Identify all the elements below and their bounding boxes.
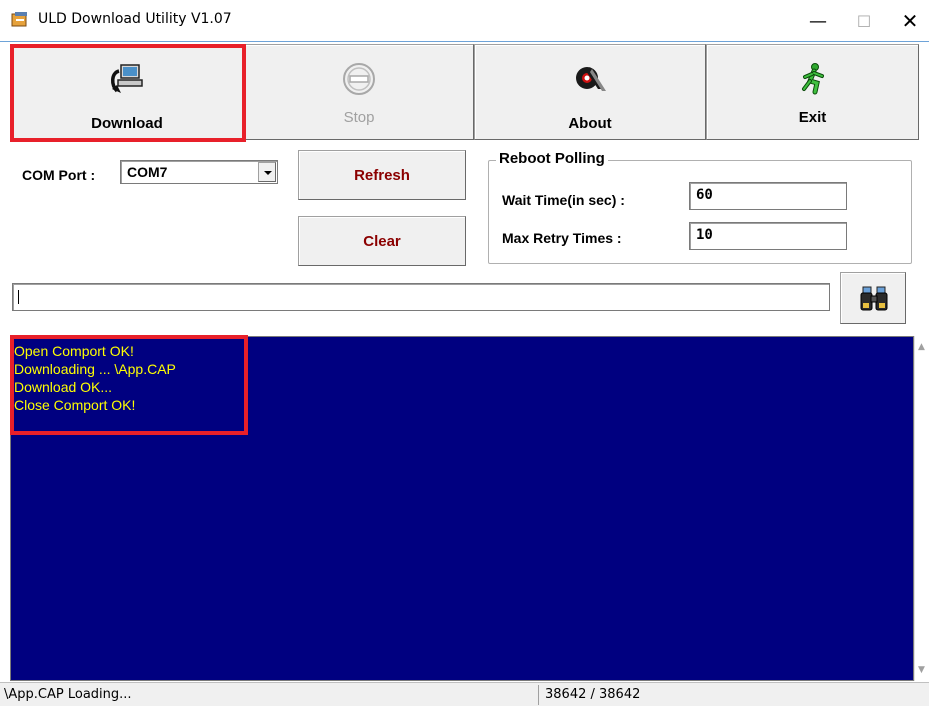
- download-button[interactable]: Download: [10, 44, 244, 140]
- log-line: Close Comport OK!: [14, 397, 136, 413]
- download-label: Download: [91, 115, 163, 132]
- file-path-input[interactable]: [12, 283, 830, 311]
- close-button[interactable]: ✕: [887, 0, 929, 42]
- log-line: Download OK...: [14, 379, 113, 395]
- exit-button[interactable]: Exit: [706, 44, 919, 140]
- scroll-down-icon[interactable]: ▼: [918, 665, 925, 675]
- refresh-button[interactable]: Refresh: [298, 150, 466, 200]
- stop-button[interactable]: Stop: [244, 44, 474, 140]
- log-scrollbar[interactable]: ▲ ▼: [914, 336, 929, 681]
- log-line: Downloading ... \App.CAP: [14, 361, 176, 377]
- exit-label: Exit: [798, 109, 827, 126]
- stop-icon: [343, 63, 375, 95]
- reboot-polling-title: Reboot Polling: [496, 150, 608, 167]
- status-bar: \App.CAP Loading... 38642 / 38642: [0, 682, 929, 706]
- com-port-value: COM7: [127, 164, 168, 180]
- com-port-select[interactable]: COM7: [120, 160, 278, 184]
- com-port-label: COM Port :: [22, 167, 96, 183]
- app-icon: [11, 12, 27, 27]
- max-retry-input[interactable]: 10: [689, 222, 847, 250]
- about-label: About: [568, 115, 612, 132]
- about-button[interactable]: About: [474, 44, 706, 140]
- toolbar: Download Stop About Exit: [10, 44, 919, 142]
- company-logo-icon: [576, 67, 606, 91]
- window-title: ULD Download Utility V1.07: [38, 11, 232, 27]
- title-bar: ULD Download Utility V1.07 — ☐ ✕: [0, 0, 929, 42]
- wait-time-label: Wait Time(in sec) :: [502, 192, 625, 208]
- binoculars-icon: [860, 286, 888, 311]
- status-progress: 38642 / 38642: [545, 687, 641, 702]
- computer-download-icon: [111, 64, 143, 93]
- text-caret: [18, 290, 19, 304]
- status-message: \App.CAP Loading...: [4, 687, 132, 702]
- clear-button[interactable]: Clear: [298, 216, 466, 266]
- max-retry-label: Max Retry Times :: [502, 230, 622, 246]
- chevron-down-icon[interactable]: [258, 162, 276, 182]
- maximize-button[interactable]: ☐: [841, 0, 887, 42]
- minimize-button[interactable]: —: [795, 0, 841, 42]
- browse-button[interactable]: [840, 272, 906, 324]
- log-lines: Open Comport OK! Downloading ... \App.CA…: [14, 342, 176, 414]
- scroll-up-icon[interactable]: ▲: [918, 342, 925, 352]
- wait-time-input[interactable]: 60: [689, 182, 847, 210]
- running-man-icon: [801, 63, 824, 95]
- stop-label: Stop: [343, 109, 375, 126]
- log-line: Open Comport OK!: [14, 343, 134, 359]
- status-divider: [538, 685, 539, 705]
